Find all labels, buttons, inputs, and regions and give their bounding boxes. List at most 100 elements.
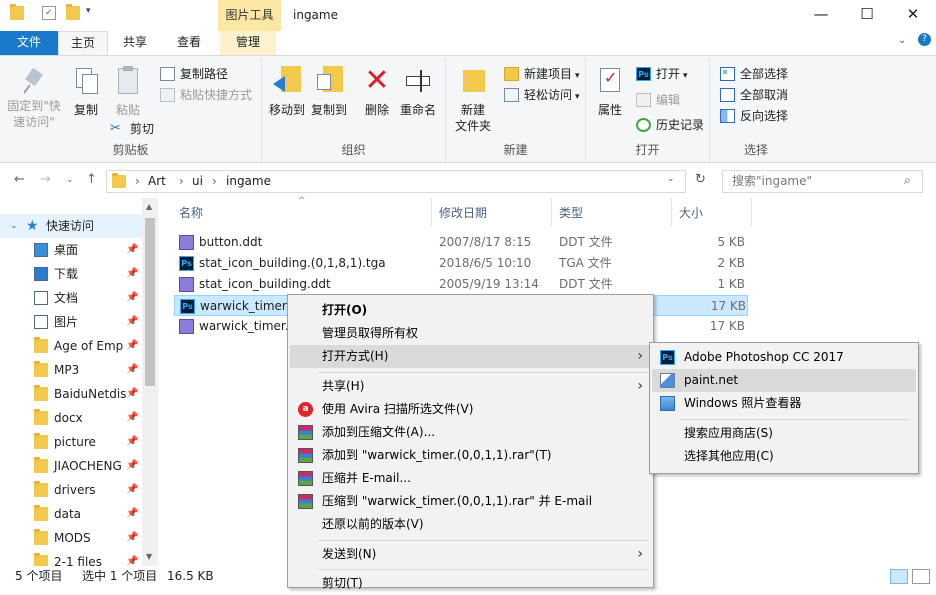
new-folder-button[interactable]: 新建 文件夹 — [452, 66, 494, 134]
tab-view[interactable]: 查看 — [164, 31, 214, 55]
pin-quick-access-button[interactable]: 固定到"快速访问" — [4, 66, 64, 130]
open-with-photoshop[interactable]: Ps Adobe Photoshop CC 2017 — [652, 346, 916, 369]
menu-open-with[interactable]: 打开方式(H) › — [290, 345, 651, 368]
breadcrumb-ui[interactable]: ui — [192, 174, 203, 188]
menu-avira-scan[interactable]: a 使用 Avira 扫描所选文件(V) — [290, 398, 651, 421]
tab-share[interactable]: 共享 — [112, 31, 158, 55]
help-icon[interactable]: ? — [918, 33, 931, 46]
rename-button[interactable]: 重命名 — [396, 66, 440, 118]
nav-item[interactable]: 文档 📌 — [0, 286, 142, 310]
open-with-choose-other[interactable]: 选择其他应用(C) — [652, 445, 916, 468]
scroll-up-icon[interactable]: ▲ — [146, 202, 152, 211]
column-type[interactable]: 类型 — [552, 198, 672, 226]
pin-icon[interactable]: 📌 — [126, 382, 138, 406]
open-with-paint-net[interactable]: paint.net — [652, 369, 916, 392]
column-date[interactable]: 修改日期 — [432, 198, 552, 226]
open-with-search-store[interactable]: 搜索应用商店(S) — [652, 422, 916, 445]
menu-add-to-rar[interactable]: 添加到 "warwick_timer.(0,0,1,1).rar"(T) — [290, 444, 651, 467]
large-icons-view-icon[interactable] — [912, 569, 930, 584]
minimize-button[interactable]: — — [798, 0, 844, 30]
nav-item[interactable]: Age of Emp 📌 — [0, 334, 142, 358]
copy-button[interactable]: 复制 — [68, 66, 104, 118]
menu-compress-email[interactable]: 压缩并 E-mail... — [290, 467, 651, 490]
pin-icon[interactable]: 📌 — [126, 262, 138, 286]
pin-icon[interactable]: 📌 — [126, 334, 138, 358]
nav-item[interactable]: JIAOCHENG 📌 — [0, 454, 142, 478]
menu-cut[interactable]: 剪切(T) — [290, 572, 651, 595]
pin-icon[interactable]: 📌 — [126, 430, 138, 454]
nav-item[interactable]: 桌面 📌 — [0, 238, 142, 262]
quick-access-dropdown-icon[interactable]: ▾ — [86, 6, 91, 16]
details-view-icon[interactable] — [890, 569, 908, 584]
select-none-button[interactable]: 全部取消 — [720, 85, 788, 105]
pin-icon[interactable]: 📌 — [126, 358, 138, 382]
easy-access-button[interactable]: 轻松访问 ▾ — [504, 85, 580, 105]
pin-icon[interactable]: 📌 — [126, 238, 138, 262]
close-button[interactable]: ✕ — [890, 0, 936, 30]
refresh-icon[interactable]: ↻ — [695, 172, 706, 187]
nav-item[interactable]: docx 📌 — [0, 406, 142, 430]
nav-item[interactable]: data 📌 — [0, 502, 142, 526]
edit-button[interactable]: 编辑 — [636, 90, 680, 110]
up-arrow-icon[interactable]: ↑ — [86, 172, 97, 187]
menu-send-to[interactable]: 发送到(N) › — [290, 543, 651, 566]
menu-restore-versions[interactable]: 还原以前的版本(V) — [290, 513, 651, 536]
delete-button[interactable]: ✕ 删除 — [360, 66, 394, 118]
new-item-button[interactable]: 新建项目 ▾ — [504, 64, 580, 84]
chevron-down-icon[interactable]: ⌄ — [10, 214, 18, 238]
history-button[interactable]: 历史记录 — [636, 115, 704, 135]
column-name[interactable]: 名称 — [172, 198, 432, 226]
search-input[interactable]: 搜索"ingame" — [722, 170, 923, 193]
nav-item[interactable]: MODS 📌 — [0, 526, 142, 550]
pin-icon[interactable]: 📌 — [126, 502, 138, 526]
nav-quick-access[interactable]: ⌄ ★ 快速访问 — [0, 214, 142, 238]
pin-icon[interactable]: 📌 — [126, 406, 138, 430]
menu-add-to-archive[interactable]: 添加到压缩文件(A)... — [290, 421, 651, 444]
pin-icon[interactable]: 📌 — [126, 526, 138, 550]
open-with-photo-viewer[interactable]: Windows 照片查看器 — [652, 392, 916, 415]
menu-take-ownership[interactable]: 管理员取得所有权 — [290, 322, 651, 345]
pin-icon[interactable]: 📌 — [126, 454, 138, 478]
properties-button[interactable]: ✓ 属性 — [592, 66, 628, 118]
nav-item[interactable]: BaiduNetdis 📌 — [0, 382, 142, 406]
menu-open[interactable]: 打开(O) — [290, 299, 651, 322]
recent-dropdown-icon[interactable]: ⌄ — [66, 175, 74, 185]
copy-path-button[interactable]: 复制路径 — [160, 64, 228, 84]
back-arrow-icon[interactable]: ← — [14, 172, 25, 187]
forward-arrow-icon[interactable]: → — [40, 172, 51, 187]
new-folder-icon[interactable] — [66, 4, 80, 20]
properties-icon[interactable]: ✓ — [42, 6, 56, 20]
breadcrumb-art[interactable]: Art — [148, 174, 166, 188]
select-all-button[interactable]: 全部选择 — [720, 64, 788, 84]
pin-icon[interactable]: 📌 — [126, 286, 138, 310]
paste-shortcut-button[interactable]: 粘贴快捷方式 — [160, 85, 252, 105]
pin-icon[interactable]: 📌 — [126, 310, 138, 334]
nav-scroll-thumb[interactable] — [145, 218, 155, 386]
menu-share[interactable]: 共享(H) › — [290, 375, 651, 398]
nav-item[interactable]: drivers 📌 — [0, 478, 142, 502]
paste-button[interactable]: 粘贴 — [108, 66, 148, 118]
tab-manage[interactable]: 管理 — [220, 31, 276, 55]
file-row[interactable]: Ps stat_icon_building.(0,1,8,1).tga 2018/6… — [174, 253, 748, 274]
address-dropdown-icon[interactable]: ⌄ — [667, 174, 675, 184]
scroll-down-icon[interactable]: ▼ — [146, 552, 152, 561]
copy-to-button[interactable]: 复制到 — [308, 66, 350, 118]
nav-scrollbar[interactable]: ▲ ▼ — [142, 198, 158, 566]
open-button[interactable]: Ps 打开 ▾ — [636, 64, 688, 84]
nav-item[interactable]: 下载 📌 — [0, 262, 142, 286]
address-bar[interactable]: › Art › ui › ingame ⌄ — [106, 170, 686, 193]
cut-button[interactable]: ✂ 剪切 — [110, 119, 154, 139]
nav-item[interactable]: picture 📌 — [0, 430, 142, 454]
pin-icon[interactable]: 📌 — [126, 478, 138, 502]
file-row[interactable]: stat_icon_building.ddt 2005/9/19 13:14 DDT… — [174, 274, 748, 295]
tab-home[interactable]: 主页 — [58, 31, 108, 56]
tab-file[interactable]: 文件 — [0, 31, 58, 55]
column-size[interactable]: 大小 — [672, 198, 752, 226]
invert-selection-button[interactable]: 反向选择 — [720, 106, 788, 126]
collapse-ribbon-icon[interactable]: ⌄ — [898, 35, 906, 46]
move-to-button[interactable]: 移动到 — [266, 66, 308, 118]
nav-item[interactable]: 图片 📌 — [0, 310, 142, 334]
file-row[interactable]: button.ddt 2007/8/17 8:15 DDT 文件 5 KB — [174, 232, 748, 253]
breadcrumb-ingame[interactable]: ingame — [226, 174, 271, 188]
nav-item[interactable]: MP3 📌 — [0, 358, 142, 382]
